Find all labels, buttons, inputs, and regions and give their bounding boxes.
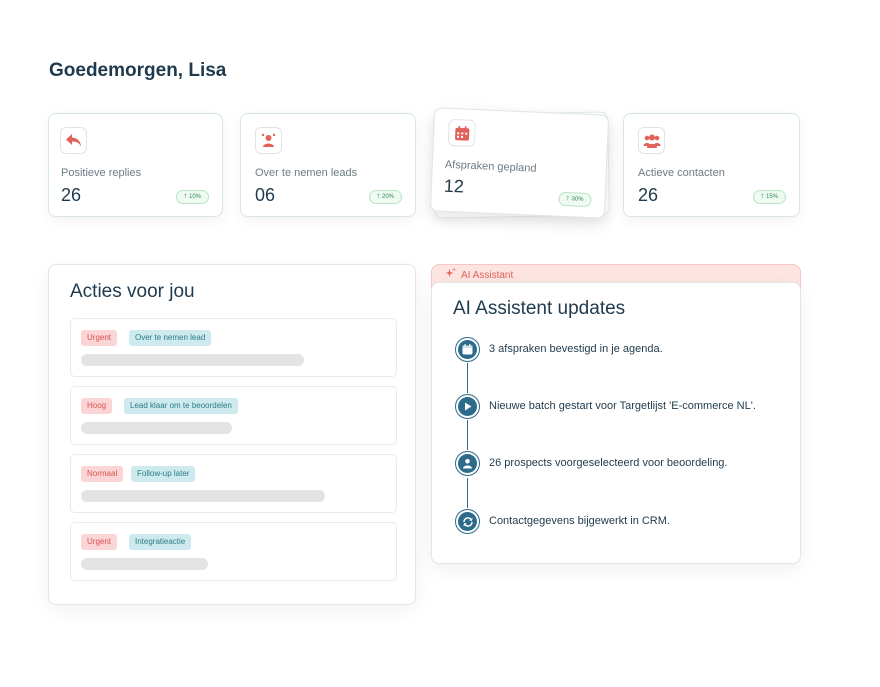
type-tag: Integratieactie (129, 534, 192, 550)
ai-updates-panel: AI Assistent updates 3 afspraken bevesti… (431, 282, 801, 564)
play-icon (455, 394, 480, 419)
arrow-up-icon: 🡑 (376, 194, 380, 200)
stat-card-leads[interactable]: Over te nemen leads 06 🡑 20% (240, 113, 416, 217)
type-tag: Lead klaar om te beoordelen (124, 398, 238, 414)
arrow-up-icon: 🡑 (760, 194, 764, 200)
reply-icon (60, 127, 87, 154)
stat-card-positive-replies[interactable]: Positieve replies 26 🡑 10% (48, 113, 223, 217)
change-badge: 🡑 30% (558, 191, 592, 208)
stat-label: Actieve contacten (638, 167, 725, 179)
stat-label: Afspraken gepland (444, 158, 537, 175)
priority-tag: Hoog (81, 398, 113, 414)
refresh-icon (455, 509, 480, 534)
change-badge: 🡑 15% (752, 190, 786, 204)
stat-label: Positieve replies (61, 167, 142, 179)
ai-badge-label: AI Assistant (461, 269, 514, 281)
action-item[interactable]: Hoog Lead klaar om te beoordelen (70, 386, 397, 445)
text-placeholder (81, 490, 325, 502)
panel-title: AI Assistent updates (453, 298, 626, 319)
panel-title: Acties voor jou (70, 281, 195, 302)
arrow-up-icon: 🡑 (566, 196, 570, 203)
stat-label: Over te nemen leads (255, 167, 358, 179)
text-placeholder (81, 422, 232, 434)
change-badge: 🡑 10% (175, 190, 209, 204)
timeline-connector (467, 363, 468, 393)
calendar-icon (455, 337, 480, 362)
contacts-icon (638, 127, 665, 154)
update-text: 3 afspraken bevestigd in je agenda. (489, 343, 663, 355)
type-tag: Follow-up later (131, 466, 196, 482)
update-text: Nieuwe batch gestart voor Targetlijst 'E… (489, 400, 756, 412)
timeline-connector (467, 420, 468, 450)
change-badge: 🡑 20% (368, 190, 402, 204)
person-icon (455, 451, 480, 476)
stat-card-contacts[interactable]: Actieve contacten 26 🡑 15% (623, 113, 800, 217)
calendar-icon (447, 118, 476, 148)
type-tag: Over te nemen lead (129, 330, 212, 346)
actions-panel: Acties voor jou Urgent Over te nemen lea… (48, 264, 416, 605)
priority-tag: Urgent (81, 534, 118, 550)
stat-card-appointments[interactable]: Afspraken gepland 12 🡑 30% (429, 107, 610, 219)
priority-tag: Normaal (81, 466, 124, 482)
stat-value: 06 (255, 185, 276, 205)
sparkle-icon (445, 268, 456, 282)
page-title: Goedemorgen, Lisa (49, 60, 227, 81)
update-text: 26 prospects voorgeselecteerd voor beoor… (489, 457, 728, 469)
arrow-up-icon: 🡑 (183, 194, 187, 200)
priority-tag: Urgent (81, 330, 118, 346)
text-placeholder (81, 558, 208, 570)
stat-value: 26 (61, 185, 82, 205)
action-item[interactable]: Urgent Over te nemen lead (70, 318, 397, 377)
action-item[interactable]: Normaal Follow-up later (70, 454, 397, 513)
stat-value: 26 (638, 185, 659, 205)
timeline-connector (467, 478, 468, 508)
stat-value: 12 (443, 175, 465, 197)
action-item[interactable]: Urgent Integratieactie (70, 522, 397, 581)
leads-icon (255, 127, 282, 154)
text-placeholder (81, 354, 304, 366)
update-text: Contactgegevens bijgewerkt in CRM. (489, 515, 670, 527)
